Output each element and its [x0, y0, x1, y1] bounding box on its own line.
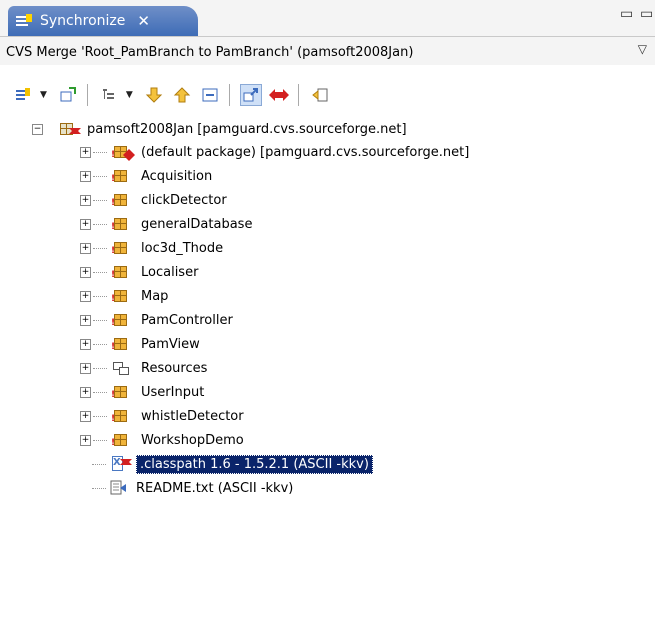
tree-item-label: PamView: [141, 336, 200, 352]
tree-file-row[interactable]: README.txt (ASCII -kkv): [92, 477, 293, 499]
toolbar-separator: [297, 84, 299, 106]
tree-item-label: UserInput: [141, 384, 205, 400]
tree-item-row[interactable]: + ! Acquisition: [80, 165, 212, 187]
expand-icon[interactable]: +: [80, 434, 91, 446]
view-tab-bar: Synchronize ✕ ▭ ▭: [0, 0, 655, 37]
layout-icon[interactable]: [98, 84, 120, 106]
package-icon: !: [111, 288, 129, 304]
expand-icon[interactable]: +: [80, 314, 91, 326]
expand-icon[interactable]: +: [80, 410, 91, 422]
tree-item-row[interactable]: + ! WorkshopDemo: [80, 429, 244, 451]
expand-icon[interactable]: +: [80, 266, 91, 278]
conflicts-mode-icon[interactable]: [268, 84, 290, 106]
tree-root-row[interactable]: − pamsoft2008Jan [pamguard.cvs.sourcefor…: [32, 118, 407, 140]
tree-item-row[interactable]: + ! whistleDetector: [80, 405, 244, 427]
layout-dropdown-icon[interactable]: ▼: [126, 90, 133, 100]
synchronize-toolbar: ▼ ▼: [0, 80, 655, 110]
expand-icon[interactable]: +: [80, 170, 91, 182]
package-icon: !: [111, 216, 129, 232]
tree-file-label-selected: .classpath 1.6 - 1.5.2.1 (ASCII -kkv): [136, 454, 373, 474]
tree-item-label: loc3d_Thode: [141, 240, 224, 256]
minimize-icon[interactable]: ▭: [620, 6, 633, 22]
tree-item-row[interactable]: + ! (default package) [pamguard.cvs.sour…: [80, 141, 469, 163]
tree-item-label: Acquisition: [141, 168, 213, 184]
folder-icon: [111, 360, 129, 376]
collapse-all-icon[interactable]: [199, 84, 221, 106]
tree-item-row[interactable]: + ! loc3d_Thode: [80, 237, 223, 259]
tree-item-row[interactable]: + ! UserInput: [80, 381, 204, 403]
tree-item-label: whistleDetector: [141, 408, 244, 424]
tree-root-label: pamsoft2008Jan [pamguard.cvs.sourceforge…: [87, 121, 407, 137]
tree-item-row[interactable]: + ! PamController: [80, 309, 233, 331]
expand-icon[interactable]: +: [80, 386, 91, 398]
pin-icon[interactable]: [57, 84, 79, 106]
expand-icon[interactable]: +: [80, 194, 91, 206]
tree-item-label: Localiser: [141, 264, 199, 280]
tree-item-label: Resources: [141, 360, 208, 376]
expand-icon[interactable]: +: [80, 338, 91, 350]
package-icon: !: [111, 408, 129, 424]
close-icon[interactable]: ✕: [137, 12, 150, 30]
synchronize-view-icon: [16, 14, 32, 28]
expand-icon[interactable]: +: [80, 242, 91, 254]
tree-item-label: clickDetector: [141, 192, 227, 208]
xml-file-conflict-icon: X: [110, 456, 132, 472]
previous-up-arrow-icon[interactable]: [171, 84, 193, 106]
tree-item-row[interactable]: + ! generalDatabase: [80, 213, 252, 235]
tree-file-label: README.txt (ASCII -kkv): [136, 480, 294, 496]
tree-item-label: generalDatabase: [141, 216, 253, 232]
incoming-outgoing-mode-icon[interactable]: [239, 84, 262, 106]
expand-icon[interactable]: +: [80, 290, 91, 302]
toolbar-separator: [86, 84, 88, 106]
collapse-icon[interactable]: −: [32, 123, 43, 135]
project-conflict-icon: [57, 121, 81, 137]
view-description: CVS Merge 'Root_PamBranch to PamBranch' …: [0, 37, 655, 65]
tab-synchronize[interactable]: Synchronize ✕: [8, 6, 198, 36]
tree-item-label: PamController: [141, 312, 233, 328]
package-icon: !: [111, 336, 129, 352]
synchronize-icon[interactable]: [12, 84, 34, 106]
tree-item-row[interactable]: + ! Localiser: [80, 261, 198, 283]
tree-item-label: Map: [141, 288, 169, 304]
remove-icon[interactable]: [309, 84, 331, 106]
tree-file-row[interactable]: X .classpath 1.6 - 1.5.2.1 (ASCII -kkv): [92, 453, 373, 475]
text-file-outgoing-icon: [110, 480, 128, 496]
tree-item-row[interactable]: + ! Map: [80, 285, 168, 307]
tree-item-label: WorkshopDemo: [141, 432, 244, 448]
expand-icon[interactable]: +: [80, 362, 91, 374]
package-icon: !: [111, 384, 129, 400]
package-icon: !: [111, 312, 129, 328]
package-icon: !: [111, 432, 129, 448]
expand-icon[interactable]: +: [80, 146, 91, 158]
next-down-arrow-icon[interactable]: [143, 84, 165, 106]
toolbar-separator: [228, 84, 230, 106]
tree-item-label: (default package) [pamguard.cvs.sourcefo…: [141, 144, 470, 160]
tab-title: Synchronize: [40, 13, 126, 29]
view-menu-chevron-icon[interactable]: ▽: [638, 42, 647, 56]
package-icon: !: [111, 168, 129, 184]
package-icon: !: [111, 240, 129, 256]
tree-item-row[interactable]: + ! clickDetector: [80, 189, 227, 211]
synchronize-dropdown-icon[interactable]: ▼: [40, 90, 47, 100]
package-conflict-icon: !: [111, 144, 135, 161]
tree-item-row[interactable]: + Resources: [80, 357, 207, 379]
package-icon: !: [111, 192, 129, 208]
synchronize-tree: − pamsoft2008Jan [pamguard.cvs.sourcefor…: [0, 112, 655, 635]
package-icon: !: [111, 264, 129, 280]
expand-icon[interactable]: +: [80, 218, 91, 230]
maximize-icon[interactable]: ▭: [640, 6, 653, 22]
tree-item-row[interactable]: + ! PamView: [80, 333, 200, 355]
